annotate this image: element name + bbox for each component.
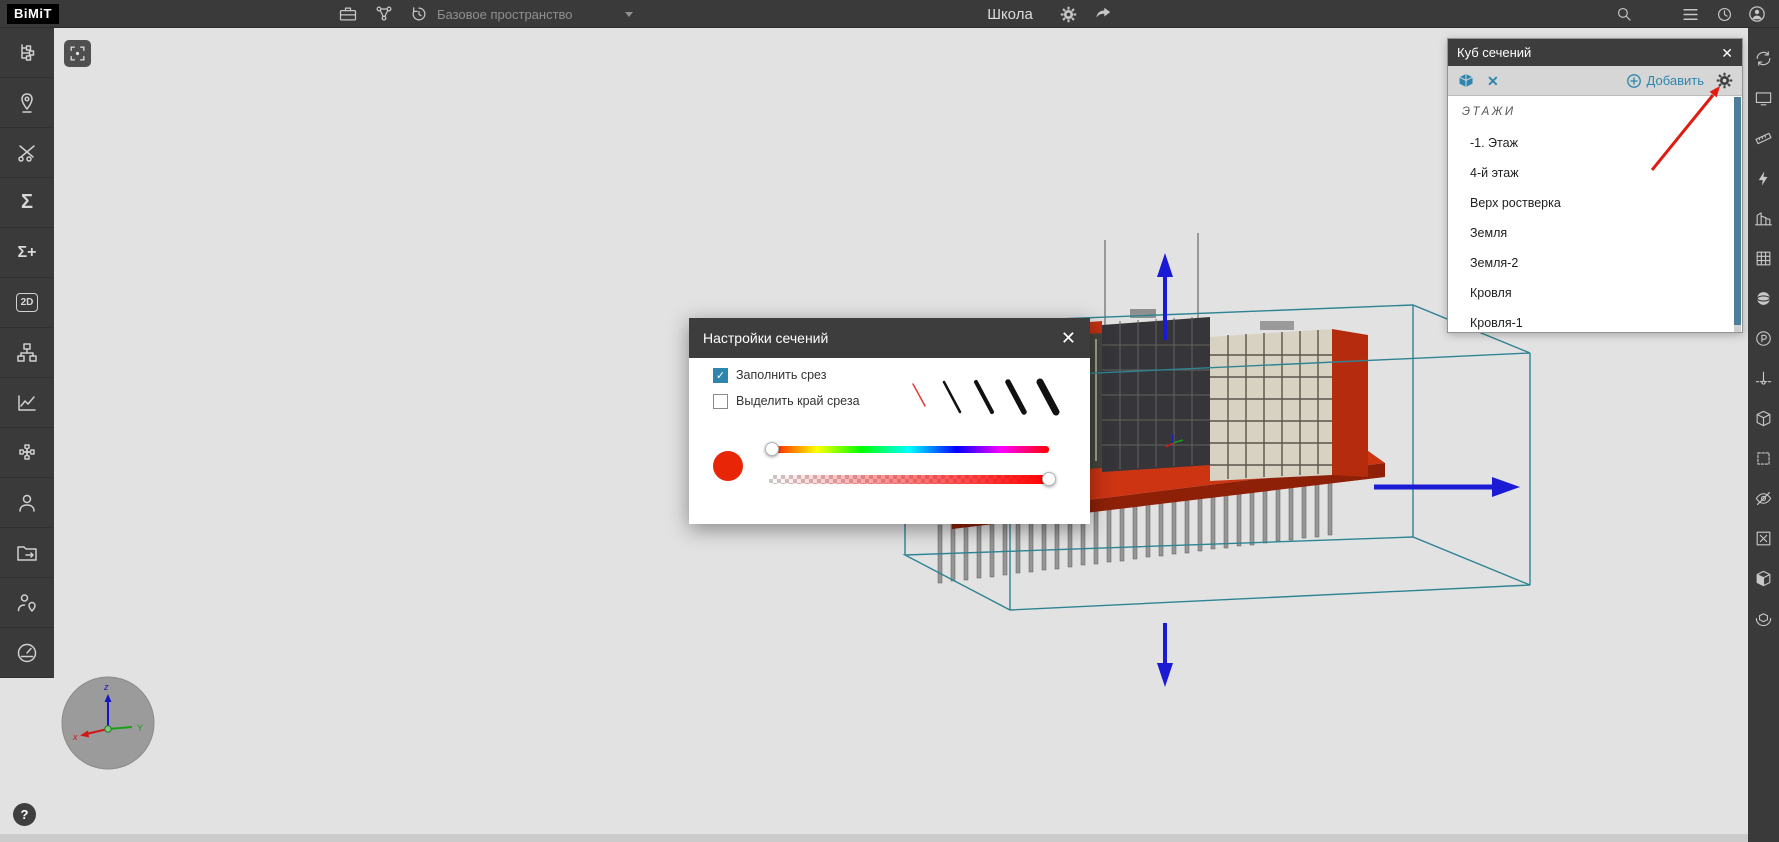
drawings-2d-icon[interactable]: 2D xyxy=(0,278,54,328)
section-cube-panel: Куб сечений ✕ ✕ Добавить xyxy=(1447,38,1743,333)
axis-z-label: z xyxy=(103,682,109,692)
panel-header[interactable]: Куб сечений ✕ xyxy=(1448,39,1742,66)
section-color-swatch[interactable] xyxy=(713,451,743,481)
user-icon[interactable] xyxy=(1746,3,1768,25)
section-cube-tool-icon[interactable] xyxy=(1457,72,1475,90)
explode-cube-icon[interactable] xyxy=(1748,598,1779,638)
floor-item[interactable]: -1. Этаж xyxy=(1448,128,1742,158)
placemark-icon[interactable] xyxy=(0,78,54,128)
recent-clock-icon[interactable] xyxy=(1713,3,1735,25)
structure-icon[interactable] xyxy=(0,328,54,378)
ruler-icon[interactable] xyxy=(1748,118,1779,158)
floors-list: ЭТАЖИ -1. Этаж 4-й этаж Верх ростверка З… xyxy=(1448,96,1742,333)
gauge-icon[interactable] xyxy=(0,628,54,678)
sum-icon[interactable]: Σ xyxy=(0,178,54,228)
hue-slider[interactable] xyxy=(769,446,1049,453)
highlight-edge-checkbox[interactable] xyxy=(713,394,728,409)
line-style-options[interactable] xyxy=(901,374,1073,422)
floor-item[interactable]: Верх ростверка xyxy=(1448,188,1742,218)
fit-screen-icon[interactable] xyxy=(1748,78,1779,118)
sum-plus-icon[interactable]: Σ+ xyxy=(0,228,54,278)
floors-group-header: ЭТАЖИ xyxy=(1448,96,1742,128)
cut-plane-icon[interactable] xyxy=(1748,358,1779,398)
selection-box-icon[interactable] xyxy=(1748,438,1779,478)
section-settings-gear-icon[interactable] xyxy=(1716,72,1733,89)
chart-icon[interactable] xyxy=(0,378,54,428)
opacity-slider-handle[interactable] xyxy=(1042,472,1056,486)
sphere-icon[interactable] xyxy=(1748,278,1779,318)
cube-icon[interactable] xyxy=(1748,398,1779,438)
highlight-edge-label: Выделить край среза xyxy=(736,394,860,409)
app-logo[interactable]: BiMiT xyxy=(7,4,59,24)
panel-toolbar: ✕ Добавить xyxy=(1448,66,1742,96)
team-network-icon[interactable] xyxy=(373,3,395,25)
add-section-label: Добавить xyxy=(1647,73,1704,88)
isolate-cube-icon[interactable] xyxy=(1748,558,1779,598)
focus-target-button[interactable] xyxy=(64,40,91,67)
opacity-gradient xyxy=(769,475,1049,484)
plugins-icon[interactable] xyxy=(0,428,54,478)
search-icon[interactable] xyxy=(1613,3,1635,25)
remove-section-icon[interactable]: ✕ xyxy=(1487,74,1499,88)
dialog-title: Настройки сечений xyxy=(703,330,828,346)
clash-icon[interactable] xyxy=(0,128,54,178)
viewfinder-icon xyxy=(68,44,87,63)
left-toolbar: Σ Σ+ 2D xyxy=(0,28,54,678)
help-button[interactable]: ? xyxy=(13,803,36,826)
add-section-button[interactable]: Добавить xyxy=(1626,73,1704,89)
panel-close-icon[interactable]: ✕ xyxy=(1721,46,1733,60)
panel-title: Куб сечений xyxy=(1457,45,1531,60)
plan-icon[interactable] xyxy=(1748,318,1779,358)
section-settings-dialog: Настройки сечений ✕ ✓ Заполнить срез Выд… xyxy=(689,318,1090,524)
building-icon[interactable] xyxy=(1748,198,1779,238)
panel-scrollbar-thumb[interactable] xyxy=(1734,97,1741,325)
person-icon[interactable] xyxy=(0,478,54,528)
share-icon[interactable] xyxy=(1092,3,1114,25)
workspace-label: Базовое пространство xyxy=(437,7,573,22)
lightning-icon[interactable] xyxy=(1748,158,1779,198)
floor-item[interactable]: 4-й этаж xyxy=(1448,158,1742,188)
navigation-ball[interactable]: z Y x xyxy=(61,676,155,770)
fill-section-label: Заполнить срез xyxy=(736,368,826,383)
grid-icon[interactable] xyxy=(1748,238,1779,278)
floor-item[interactable]: Земля-2 xyxy=(1448,248,1742,278)
dialog-header[interactable]: Настройки сечений ✕ xyxy=(689,318,1090,358)
floor-item[interactable]: Земля xyxy=(1448,218,1742,248)
workspace-dropdown[interactable]: Базовое пространство xyxy=(437,0,633,28)
opacity-slider[interactable] xyxy=(769,475,1049,484)
axis-x-label: x xyxy=(72,732,78,742)
chevron-down-icon xyxy=(625,12,633,17)
eye-off-icon[interactable] xyxy=(1748,478,1779,518)
person-location-icon[interactable] xyxy=(0,578,54,628)
topbar: BiMiT Базовое пространство Школа xyxy=(0,0,1779,28)
bottom-strip xyxy=(0,834,1748,842)
orbit-icon[interactable] xyxy=(1748,38,1779,78)
project-title: Школа xyxy=(950,0,1070,28)
fill-section-checkbox[interactable]: ✓ xyxy=(713,368,728,383)
hue-slider-handle[interactable] xyxy=(765,442,779,456)
folder-share-icon[interactable] xyxy=(0,528,54,578)
plus-circle-icon xyxy=(1626,73,1642,89)
settings-gear-icon[interactable] xyxy=(1057,3,1079,25)
dialog-close-icon[interactable]: ✕ xyxy=(1061,329,1076,347)
right-toolbar xyxy=(1748,28,1779,842)
menu-icon[interactable] xyxy=(1679,3,1701,25)
model-tree-icon[interactable] xyxy=(0,28,54,78)
gizmo-arrow-right[interactable] xyxy=(1374,477,1520,497)
gizmo-arrow-down[interactable] xyxy=(1157,623,1173,687)
history-icon[interactable] xyxy=(408,3,430,25)
floor-item[interactable]: Кровля-1 xyxy=(1448,308,1742,333)
toolbox-icon[interactable] xyxy=(337,3,359,25)
axis-y-label: Y xyxy=(137,723,143,733)
hide-box-icon[interactable] xyxy=(1748,518,1779,558)
floor-item[interactable]: Кровля xyxy=(1448,278,1742,308)
